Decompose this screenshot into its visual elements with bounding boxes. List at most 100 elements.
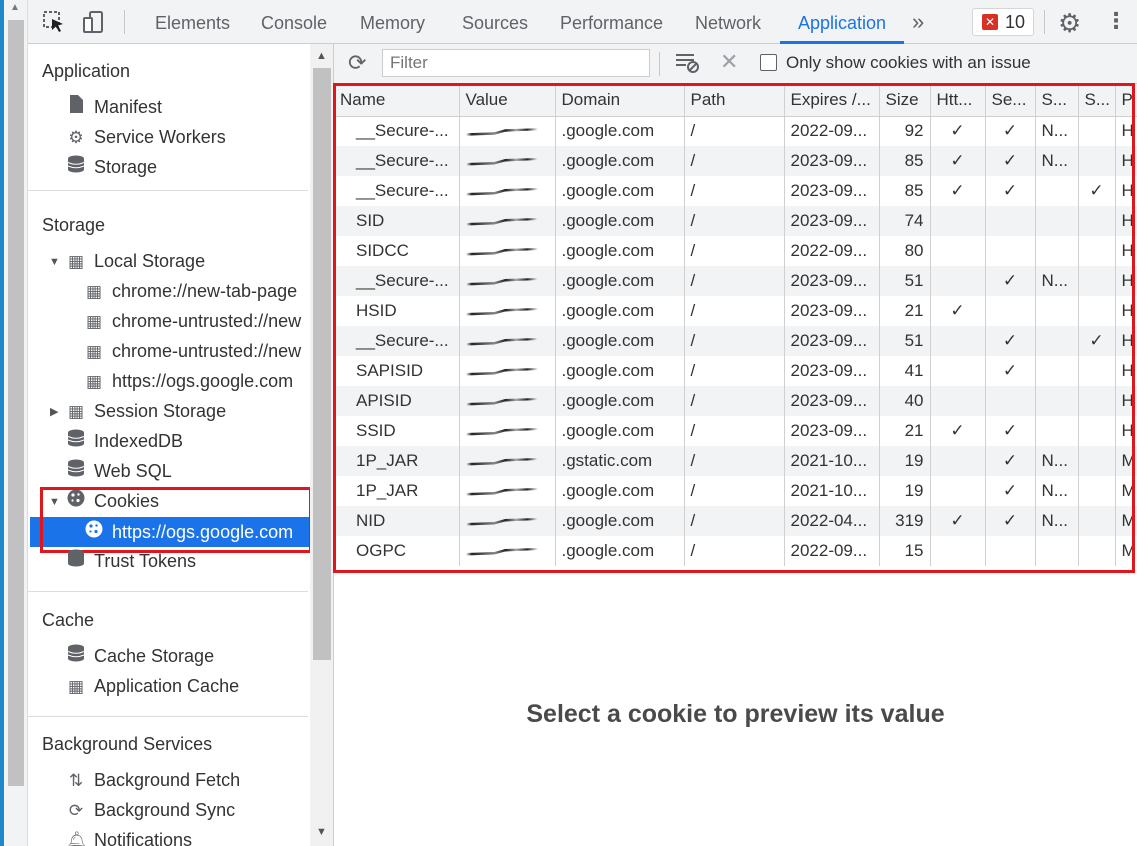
- tab-network[interactable]: Network: [691, 0, 765, 44]
- table-row[interactable]: OGPC .google.com/2022-09... 15 M: [334, 536, 1137, 566]
- column-header[interactable]: Value: [459, 84, 556, 117]
- scroll-up-icon[interactable]: ▲: [10, 2, 20, 13]
- only-issues-checkbox[interactable]: [760, 54, 777, 71]
- scrollbar-thumb[interactable]: [8, 20, 24, 786]
- sidebar-scrollbar[interactable]: ▲ ▼: [310, 44, 333, 846]
- error-count: 10: [1005, 12, 1026, 32]
- cell-samesite: N...: [1035, 446, 1079, 476]
- cell-value-redacted: [459, 206, 556, 236]
- kebab-menu-icon[interactable]: ⋮: [1105, 8, 1127, 34]
- table-row[interactable]: HSID .google.com/2023-09... 21 ✓ H: [334, 296, 1137, 326]
- sidebar-item-local-storage[interactable]: ▦ Local Storage: [66, 246, 205, 276]
- grid-icon: ▦: [85, 372, 103, 391]
- scroll-up-icon[interactable]: ▲: [316, 50, 327, 62]
- column-header[interactable]: Size: [879, 84, 931, 117]
- sidebar-item-background-fetch[interactable]: ⇅ Background Fetch: [66, 765, 240, 795]
- cell-sameparty: [1078, 476, 1116, 506]
- column-header[interactable]: S...: [1035, 84, 1079, 117]
- cell-size: 85: [879, 176, 931, 206]
- column-header[interactable]: Name: [334, 84, 460, 117]
- sidebar-item-indexeddb[interactable]: IndexedDB: [66, 426, 183, 456]
- table-row[interactable]: __Secure-... .google.com/2022-09... 92 ✓ ✓ N.…: [334, 116, 1137, 146]
- column-header[interactable]: Se...: [985, 84, 1036, 117]
- sidebar-item-cache-storage[interactable]: Cache Storage: [66, 641, 214, 671]
- cookie-table-container: Name Value Domain Path Expires /... Size Htt..…: [334, 84, 1137, 572]
- sidebar-item-trust-tokens[interactable]: Trust Tokens: [66, 546, 196, 576]
- column-header[interactable]: Path: [684, 84, 785, 117]
- sidebar-item-label: Cache Storage: [94, 646, 215, 666]
- grid-icon: ▦: [67, 402, 85, 421]
- sidebar-item-manifest[interactable]: Manifest: [66, 92, 162, 122]
- sidebar-item-storage[interactable]: Storage: [66, 152, 157, 182]
- more-tabs-icon[interactable]: »: [912, 9, 924, 35]
- cell-samesite: N...: [1035, 506, 1079, 536]
- preview-placeholder: Select a cookie to preview its value: [526, 700, 945, 728]
- table-row[interactable]: __Secure-... .google.com/2023-09... 51 ✓ ✓ H: [334, 326, 1137, 356]
- table-row[interactable]: SAPISID .google.com/2023-09... 41 ✓ H: [334, 356, 1137, 386]
- filter-input[interactable]: [382, 49, 650, 77]
- left-scrollbar[interactable]: ▲: [4, 0, 28, 846]
- sidebar-item-notifications[interactable]: 🔔︎ Notifications: [66, 825, 192, 846]
- tab-console[interactable]: Console: [257, 0, 331, 44]
- table-row[interactable]: SSID .google.com/2023-09... 21 ✓ ✓ H: [334, 416, 1137, 446]
- column-header[interactable]: Htt...: [930, 84, 986, 117]
- cell-size: 92: [879, 116, 931, 146]
- tab-sources[interactable]: Sources: [458, 0, 532, 44]
- sidebar-item-local-storage-origin[interactable]: ▦ https://ogs.google.com: [84, 366, 293, 396]
- settings-gear-icon[interactable]: ⚙: [1058, 8, 1081, 39]
- table-row[interactable]: __Secure-... .google.com/2023-09... 51 ✓ N..…: [334, 266, 1137, 296]
- column-header[interactable]: Domain: [555, 84, 685, 117]
- tab-elements[interactable]: Elements: [151, 0, 234, 44]
- sidebar-item-local-storage-origin[interactable]: ▦ chrome://new-tab-page: [84, 276, 297, 306]
- table-row[interactable]: SID .google.com/2023-09... 74 H: [334, 206, 1137, 236]
- sidebar-item-background-sync[interactable]: ⟳ Background Sync: [66, 795, 235, 825]
- cell-path: /: [684, 206, 785, 236]
- tab-application[interactable]: Application: [779, 0, 905, 44]
- scrollbar-thumb[interactable]: [313, 68, 331, 660]
- table-row[interactable]: APISID .google.com/2023-09... 40 H: [334, 386, 1137, 416]
- cell-value-redacted: [459, 266, 556, 296]
- inspect-element-icon[interactable]: [42, 10, 66, 34]
- cell-secure: [985, 296, 1036, 326]
- collapse-triangle-icon[interactable]: ▶: [50, 405, 58, 418]
- document-icon: [66, 93, 86, 123]
- table-row[interactable]: __Secure-... .google.com/2023-09... 85 ✓ ✓ N.…: [334, 146, 1137, 176]
- table-row[interactable]: 1P_JAR .gstatic.com/2021-10... 19 ✓ N... M: [334, 446, 1137, 476]
- cell-path: /: [684, 476, 785, 506]
- cell-http: ✓: [930, 116, 986, 146]
- sidebar-item-websql[interactable]: Web SQL: [66, 456, 172, 486]
- tab-performance[interactable]: Performance: [556, 0, 667, 44]
- table-row[interactable]: __Secure-... .google.com/2023-09... 85 ✓ ✓ ✓ H: [334, 176, 1137, 206]
- column-header[interactable]: Expires /...: [784, 84, 880, 117]
- device-toolbar-icon[interactable]: [82, 10, 106, 34]
- delete-selected-icon[interactable]: ✕: [720, 49, 738, 75]
- refresh-icon[interactable]: ⟳: [348, 50, 366, 76]
- bell-icon: 🔔︎: [66, 831, 88, 846]
- error-counter-button[interactable]: ✕ 10: [972, 8, 1034, 36]
- sidebar-item-service-workers[interactable]: ⚙ Service Workers: [66, 122, 225, 152]
- column-header[interactable]: S...: [1078, 84, 1116, 117]
- cell-size: 51: [879, 326, 931, 356]
- expand-triangle-icon[interactable]: ▼: [49, 256, 60, 268]
- cell-name: __Secure-...: [334, 176, 460, 206]
- sidebar-item-local-storage-origin[interactable]: ▦ chrome-untrusted://new: [84, 306, 301, 336]
- cell-name: 1P_JAR: [334, 476, 460, 506]
- cell-samesite: N...: [1035, 476, 1079, 506]
- devtools-tabbar: Elements Console Memory Sources Performance N…: [28, 0, 1137, 44]
- clear-all-cookies-icon[interactable]: [674, 50, 700, 74]
- table-row[interactable]: SIDCC .google.com/2022-09... 80 H: [334, 236, 1137, 266]
- scroll-down-icon[interactable]: ▼: [316, 826, 327, 838]
- cell-samesite: [1035, 326, 1079, 356]
- cell-secure: ✓: [985, 116, 1036, 146]
- table-row[interactable]: 1P_JAR .google.com/2021-10... 19 ✓ N... M: [334, 476, 1137, 506]
- sidebar-item-label: Background Sync: [94, 800, 236, 820]
- sidebar-item-session-storage[interactable]: ▦ Session Storage: [66, 396, 226, 426]
- database-icon: [66, 457, 86, 487]
- redacted-value: [465, 244, 538, 258]
- sidebar-item-local-storage-origin[interactable]: ▦ chrome-untrusted://new: [84, 336, 301, 366]
- sidebar-item-application-cache[interactable]: ▦ Application Cache: [66, 671, 239, 701]
- table-row[interactable]: NID .google.com/2022-04... 319 ✓ ✓ N... M: [334, 506, 1137, 536]
- tab-memory[interactable]: Memory: [356, 0, 429, 44]
- cell-secure: ✓: [985, 146, 1036, 176]
- column-header[interactable]: P: [1115, 84, 1137, 117]
